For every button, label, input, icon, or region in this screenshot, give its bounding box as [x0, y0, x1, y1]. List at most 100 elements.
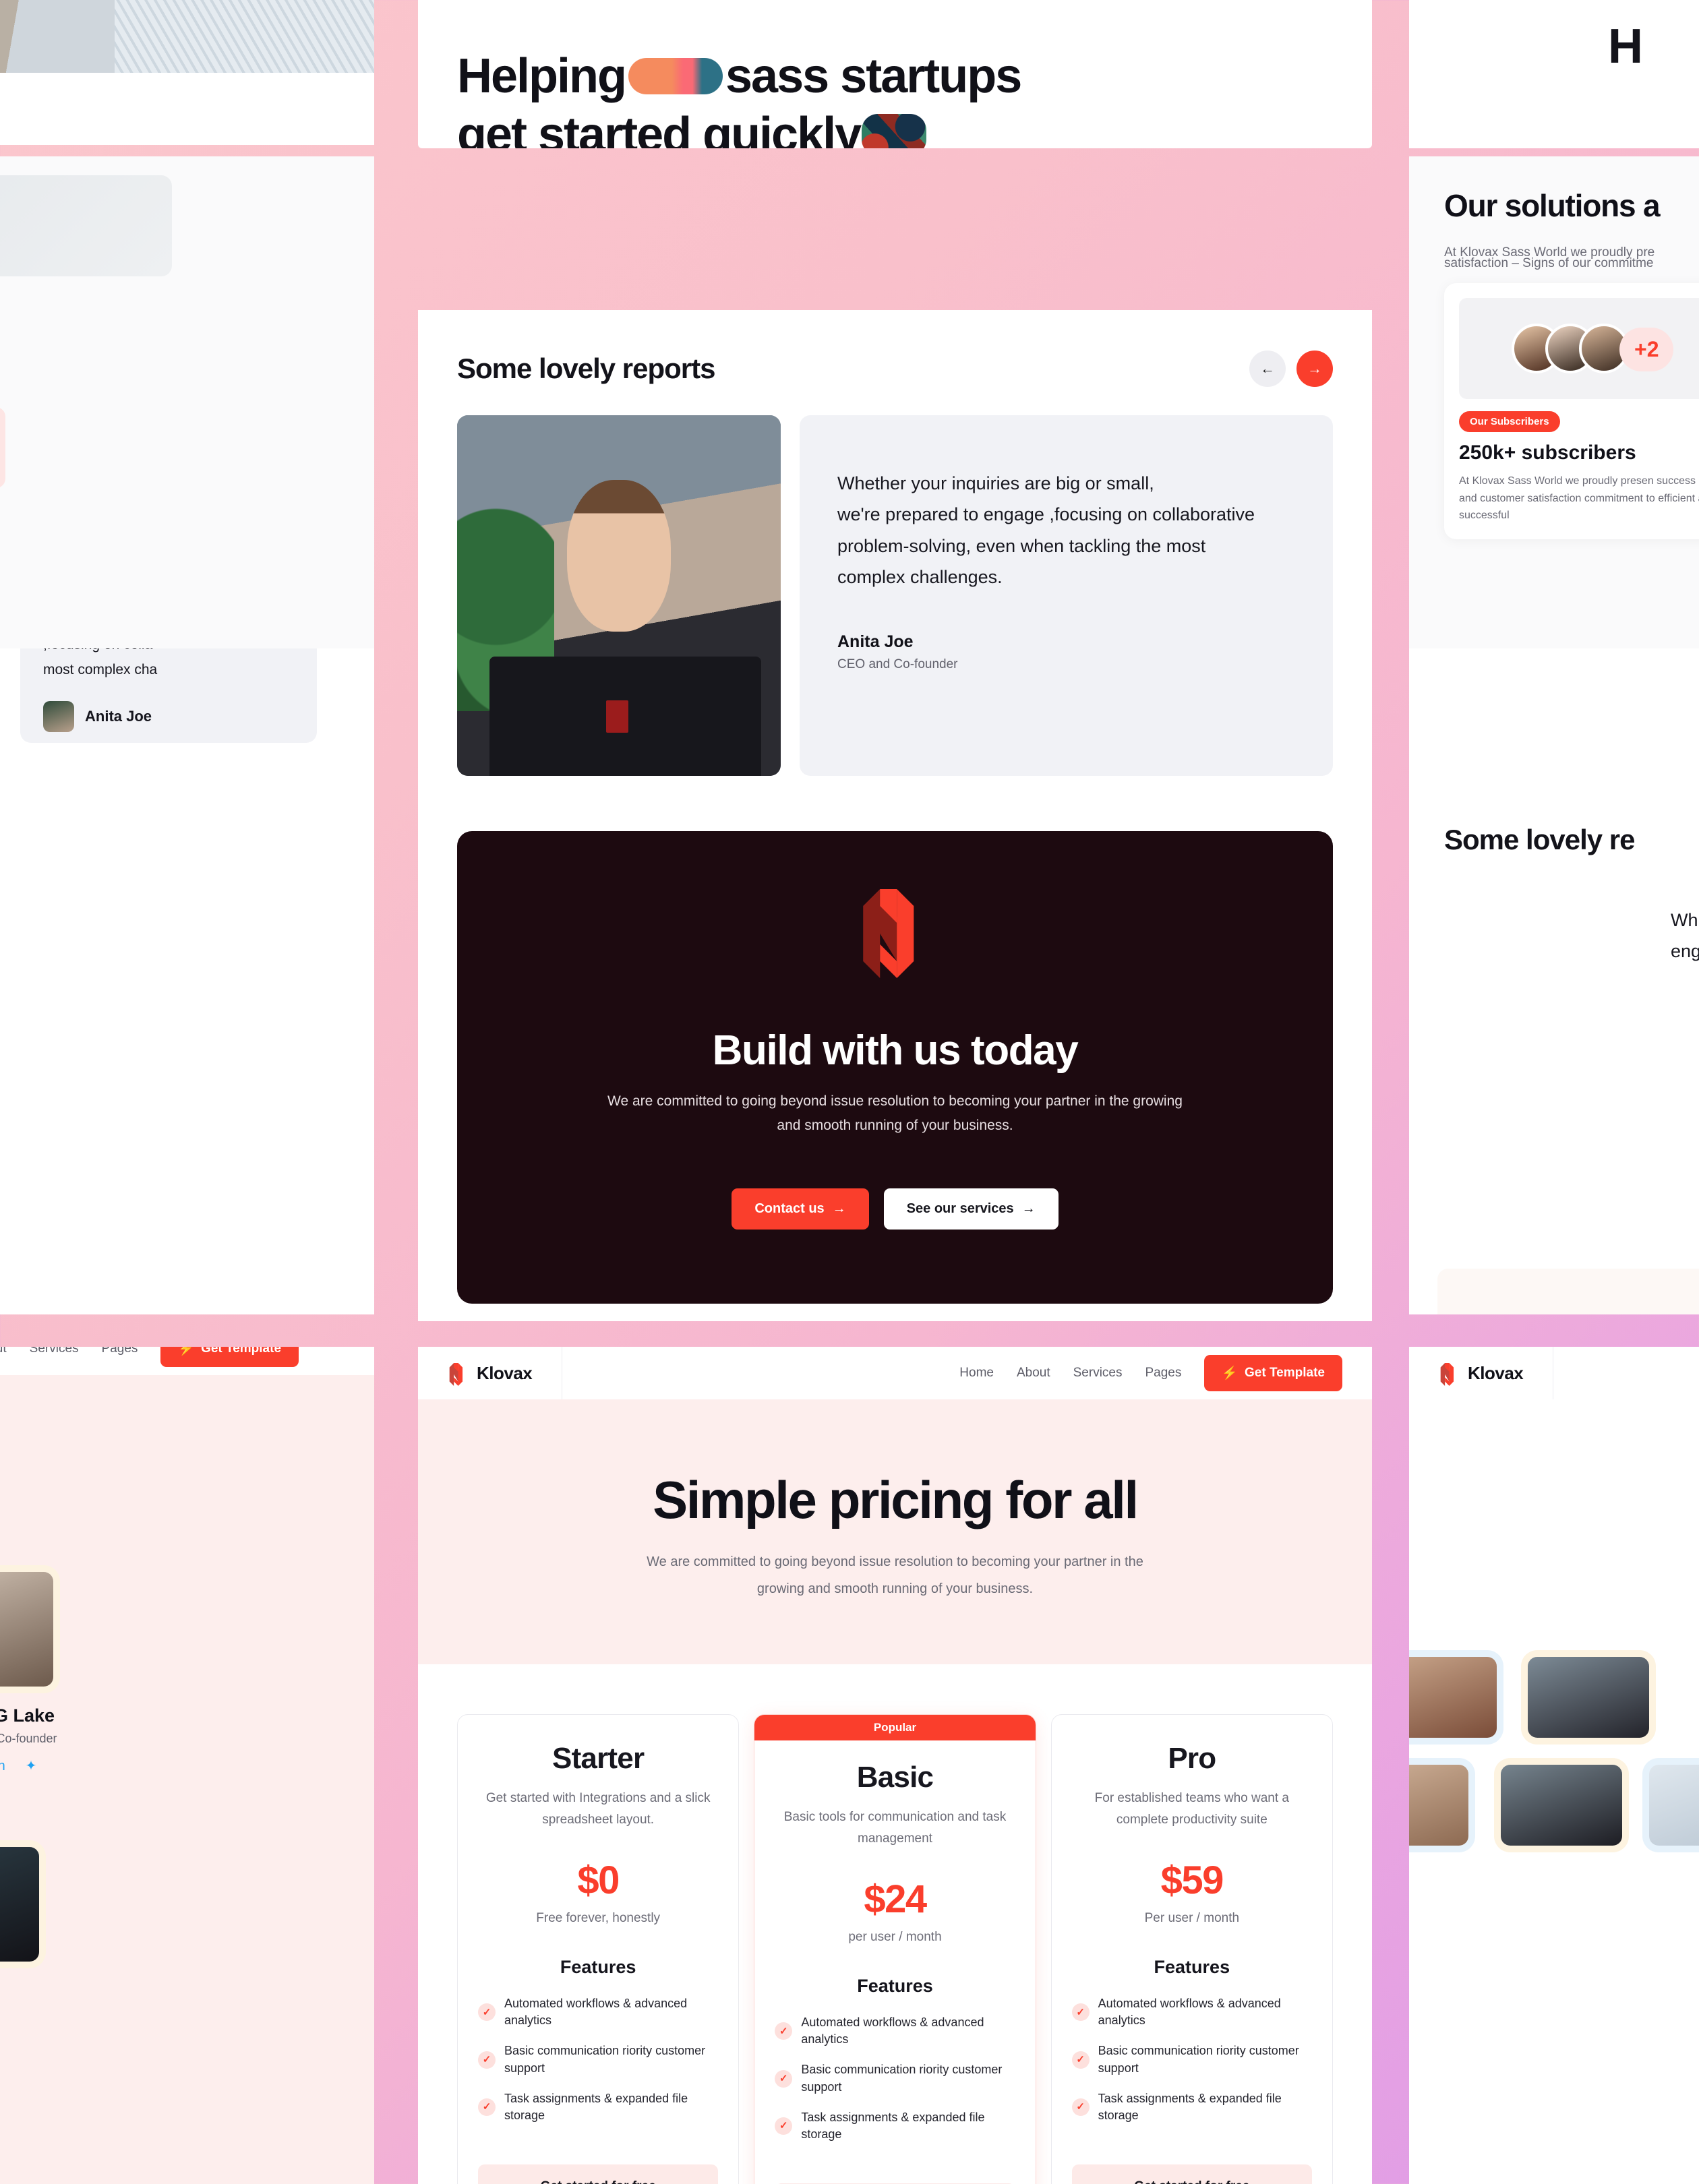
feature-label: Basic communication riority customer sup…: [504, 2044, 706, 2075]
gallery-image: [1501, 1765, 1622, 1846]
nav-links: Home About Services Pages: [959, 1366, 1204, 1381]
nav-link-pages[interactable]: Pages: [1145, 1366, 1181, 1381]
plan-description: Get started with Integrations and a slic…: [485, 1791, 711, 1827]
subscribers-count: 250k+ subscribers: [1459, 442, 1636, 464]
pricing-subtitle: We are committed to going beyond issue r…: [647, 1554, 1143, 1596]
features-heading: Features: [1154, 1957, 1230, 1977]
nav-link-pages[interactable]: Pages: [102, 1347, 138, 1356]
subscribers-tag: Our Subscribers: [1459, 411, 1560, 432]
pricing-card-pro: Pro For established teams who want a com…: [1050, 1714, 1333, 2184]
feature-label: Automated workflows & advanced analytics: [504, 1997, 688, 2028]
hero-line2-part1: get started quickly: [457, 107, 862, 148]
linkedin-icon[interactable]: in: [0, 1759, 8, 1776]
reports-title: Some lovely reports: [457, 353, 715, 384]
col3-solutions-heading: Our solutions a: [1444, 188, 1661, 223]
navbar: Klovax Home About Services Pages ⚡ Get T…: [418, 1347, 1372, 1399]
nav-link-about[interactable]: About: [0, 1347, 7, 1356]
member-photo: [0, 1572, 53, 1687]
plan-cta-button[interactable]: Get started for free: [478, 2164, 719, 2184]
nav-link-home[interactable]: Home: [959, 1366, 994, 1381]
member-name: John G Lake: [0, 1705, 55, 1726]
col1-nav-links: About Services Pages: [0, 1347, 160, 1356]
member-socials: f in ✦: [0, 1759, 67, 1776]
member-photo: [0, 1847, 39, 1962]
plan-description: For established teams who want a complet…: [1094, 1791, 1289, 1827]
see-our-services-label: See our services: [906, 1201, 1014, 1217]
plan-period: Free forever, honestly: [536, 1911, 661, 1925]
plan-price: $24: [864, 1877, 927, 1921]
hero-panel: Helping sass startups get started quickl…: [418, 0, 1372, 148]
nav-link-about[interactable]: About: [1017, 1366, 1050, 1381]
check-icon: ✓: [1071, 2098, 1090, 2116]
report-author-name: Anita Joe: [837, 632, 914, 651]
nav-link-services[interactable]: Services: [1073, 1366, 1123, 1381]
feature-item: ✓ Automated workflows & advanced analyti…: [775, 2014, 1015, 2048]
arrow-right-icon: →: [832, 1201, 846, 1217]
member-role: CEO and Co-founder: [0, 1732, 57, 1745]
see-our-services-button[interactable]: See our services →: [883, 1188, 1059, 1230]
feature-item: ✓ Basic communication riority customer s…: [775, 2061, 1015, 2095]
col1-testimonials-panel: ← → 're prepared to engage g, even when …: [0, 648, 374, 1314]
feature-label: Task assignments & expanded file storage: [1098, 2091, 1282, 2122]
testimonial-card-right: Whether your inqu ,focusing on colla mos…: [20, 648, 317, 743]
col1-team-panel: About Services Pages ⚡ Get Template nclu…: [0, 1347, 374, 2184]
testimonial-right-line-3: most complex cha: [43, 661, 158, 677]
record-image-placeholder: [0, 175, 172, 276]
twitter-icon[interactable]: ✦: [23, 1759, 39, 1776]
report-quote-card: Whether your inquiries are big or small,…: [800, 415, 1333, 776]
stat-card-uptime: 98% Service Uptime: [0, 407, 5, 488]
feature-label: Basic communication riority customer sup…: [1098, 2044, 1299, 2075]
check-icon: ✓: [775, 2069, 793, 2088]
col3-navbar: Klovax: [1409, 1347, 1699, 1399]
cta-paragraph: We are committed to going beyond issue r…: [607, 1093, 1183, 1133]
gallery-image: [1409, 1765, 1468, 1846]
contact-us-label: Contact us: [754, 1201, 825, 1217]
plan-price: $59: [1160, 1858, 1224, 1902]
plan-description: Basic tools for communication and task m…: [783, 1810, 1007, 1846]
reports-prev-button[interactable]: ←: [1249, 351, 1286, 387]
klovax-logo-icon: [448, 1363, 468, 1386]
col3-quote-line-2: eng: [1671, 941, 1699, 961]
hero-line1-part1: Helping: [457, 49, 627, 103]
features-heading: Features: [560, 1957, 636, 1977]
reports-next-button[interactable]: →: [1296, 351, 1333, 387]
subscribers-plus-badge: +2: [1619, 328, 1674, 371]
plan-name: Starter: [552, 1742, 645, 1775]
feature-label: Task assignments & expanded file storage: [504, 2091, 688, 2122]
feature-item: ✓ Automated workflows & advanced analyti…: [1071, 1995, 1312, 2029]
testimonial-avatar: [43, 701, 74, 733]
pricing-card-starter: Starter Get started with Integrations an…: [457, 1714, 740, 2184]
reports-carousel-arrows: ← →: [1249, 351, 1333, 387]
plan-cta-button[interactable]: Get started for free: [1071, 2164, 1312, 2184]
brand-logo[interactable]: Klovax: [418, 1347, 563, 1399]
brand-name: Klovax: [1468, 1362, 1524, 1383]
check-icon: ✓: [1071, 2003, 1090, 2022]
col3-quote-line-1: Wh: [1671, 910, 1698, 930]
feature-label: Basic communication riority customer sup…: [801, 2063, 1003, 2094]
feature-label: Automated workflows & advanced analytics: [801, 2015, 984, 2046]
cta-buttons: Contact us → See our services →: [484, 1188, 1306, 1230]
col1-get-template-button[interactable]: ⚡ Get Template: [160, 1347, 299, 1367]
plan-features: ✓ Automated workflows & advanced analyti…: [478, 1995, 718, 2124]
reports-panel: Some lovely reports ← → Whether your inq…: [418, 310, 1372, 1321]
check-icon: ✓: [478, 2003, 496, 2022]
hero-pill-image-2: [862, 114, 927, 148]
pricing-header: Simple pricing for all We are committed …: [418, 1399, 1372, 1664]
contact-us-button[interactable]: Contact us →: [732, 1188, 869, 1230]
col3-brand-logo[interactable]: Klovax: [1409, 1347, 1554, 1399]
bolt-icon: ⚡: [1222, 1366, 1239, 1381]
check-icon: ✓: [478, 2051, 496, 2069]
feature-label: Automated workflows & advanced analytics: [1098, 1997, 1281, 2028]
col3-solutions-p2: satisfaction – Signs of our commitme: [1444, 256, 1654, 270]
arrow-right-icon: →: [1021, 1201, 1036, 1217]
get-template-label: Get Template: [1245, 1366, 1325, 1380]
plan-period: per user / month: [848, 1930, 942, 1944]
subscribers-card: +2 Our Subscribers 250k+ subscribers At …: [1444, 283, 1699, 539]
hero-heading-line2: get started quickly: [457, 104, 1333, 148]
check-icon: ✓: [775, 2117, 793, 2135]
get-template-button[interactable]: ⚡ Get Template: [1204, 1355, 1342, 1391]
check-icon: ✓: [775, 2022, 793, 2040]
cta-section: Build with us today We are committed to …: [457, 831, 1333, 1304]
nav-link-services[interactable]: Services: [30, 1347, 79, 1356]
report-photo: [457, 415, 781, 776]
